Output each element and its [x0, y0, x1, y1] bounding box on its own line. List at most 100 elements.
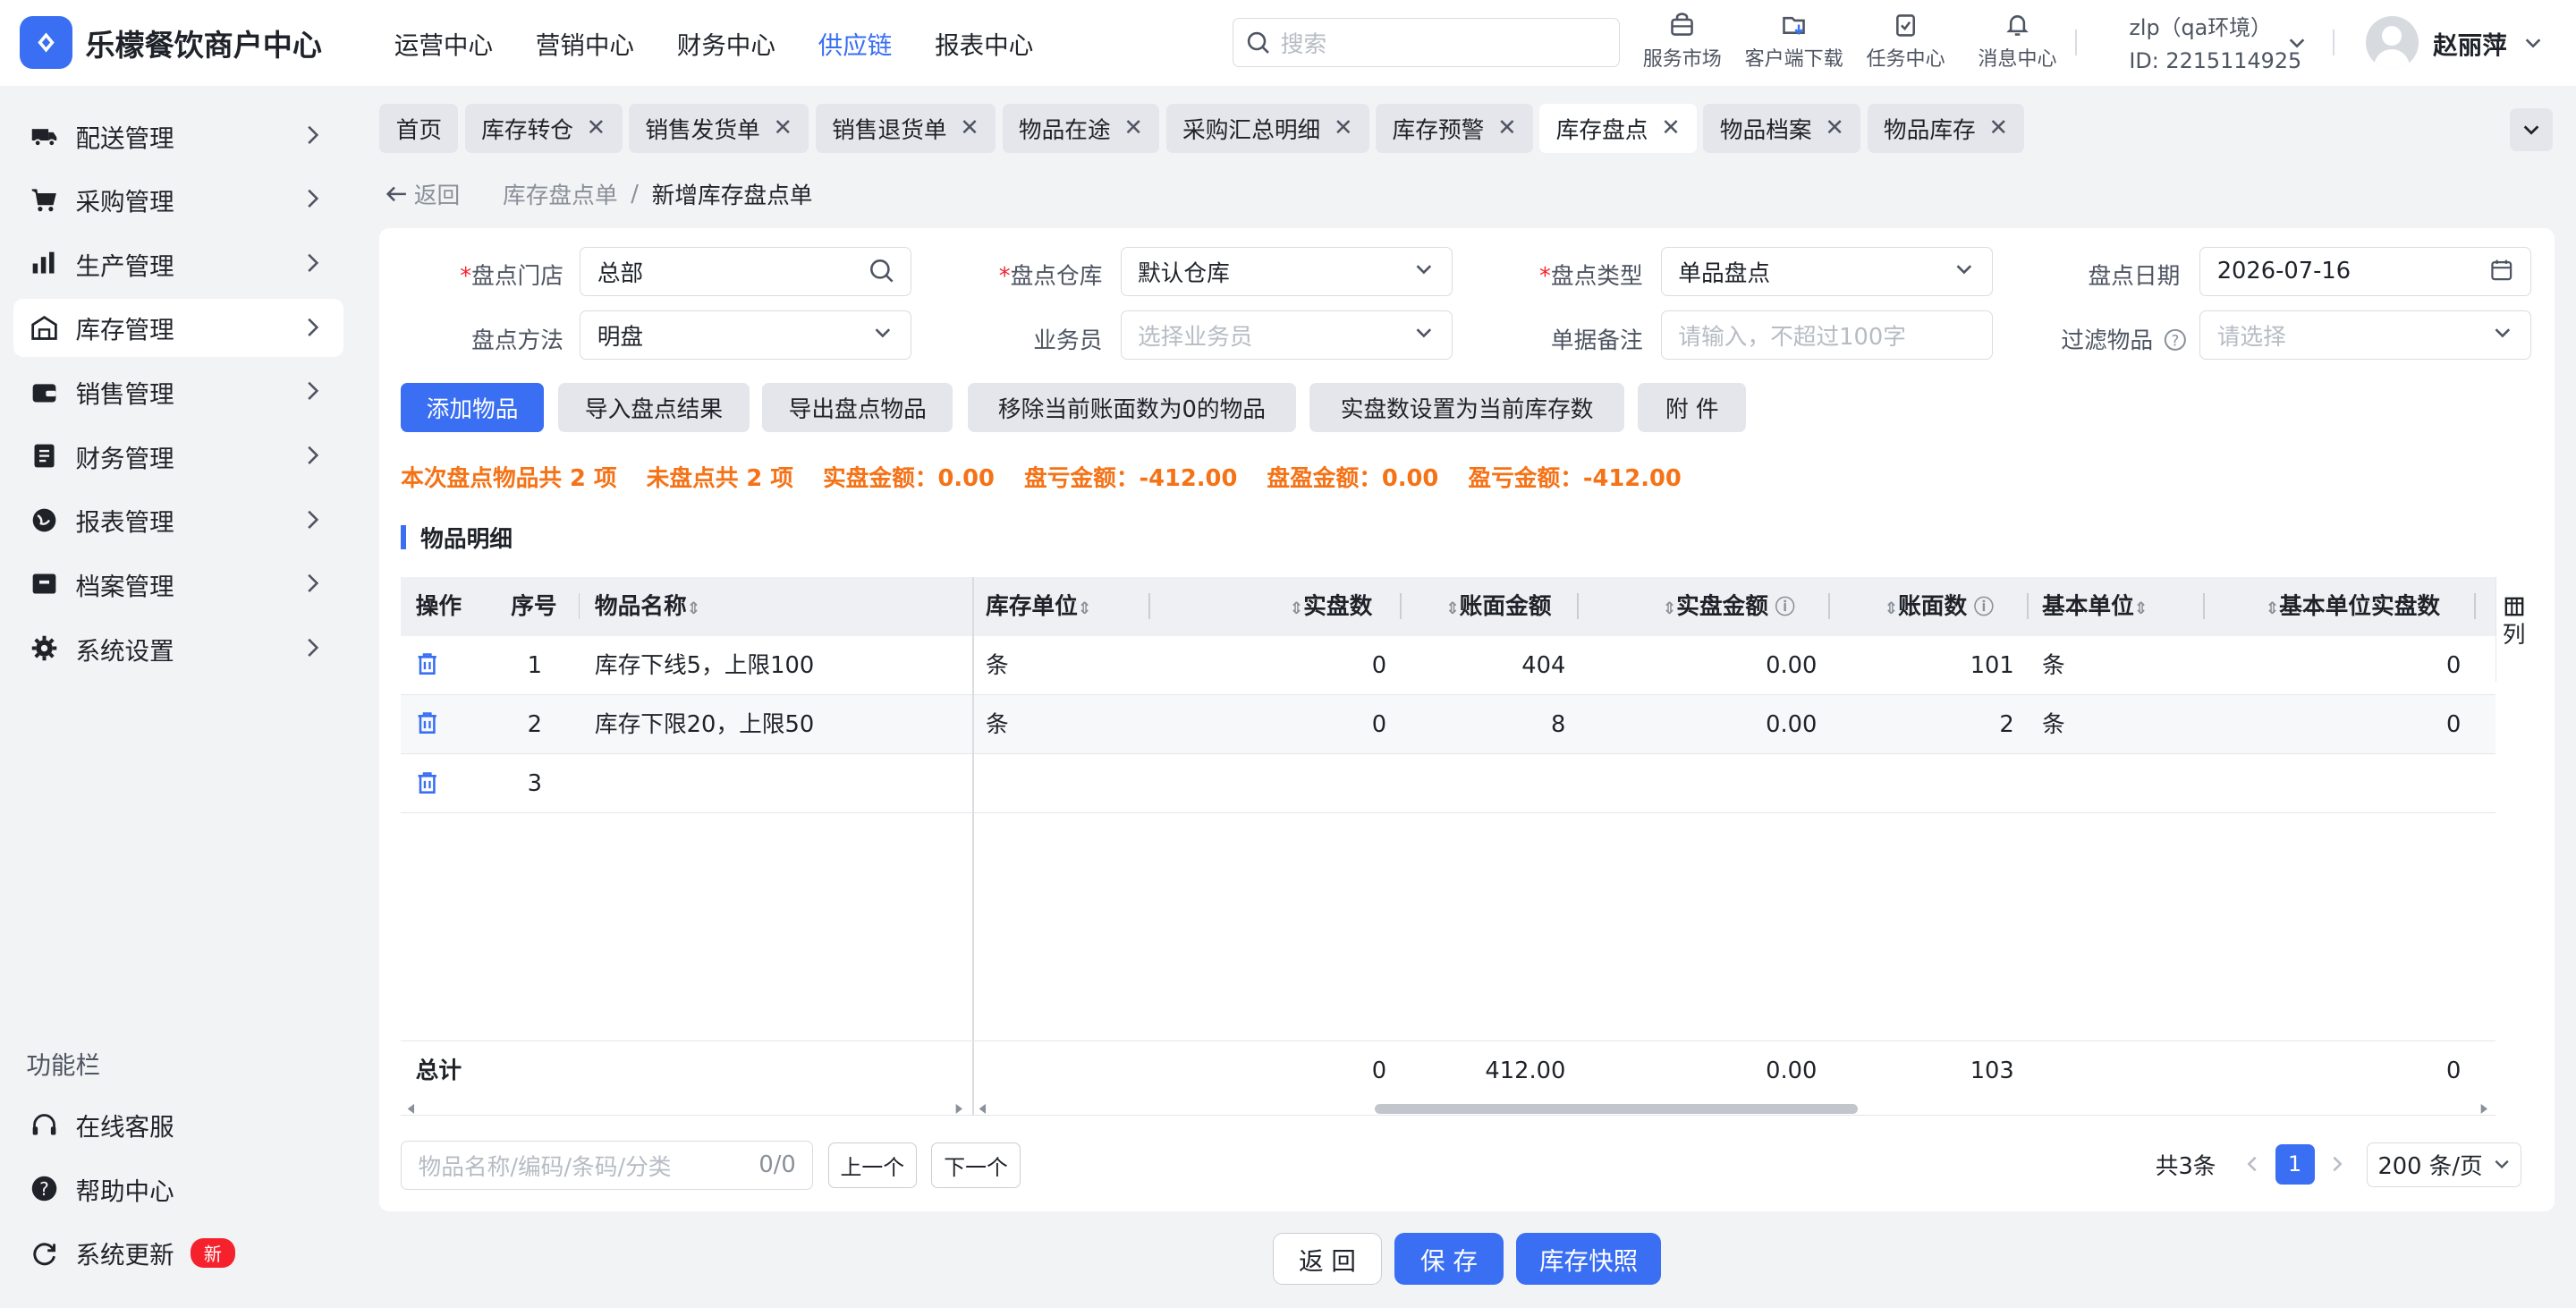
logo[interactable]: 乐檬餐饮商户中心 [0, 16, 358, 70]
help-icon[interactable]: ? [2164, 328, 2187, 352]
add-item-button[interactable]: 添加物品 [401, 382, 544, 433]
date-picker[interactable]: 2026-07-16 [2199, 246, 2532, 296]
prev-match-button[interactable]: 上一个 [827, 1142, 917, 1189]
close-icon[interactable]: ✕ [1497, 115, 1517, 141]
col-book-qty[interactable]: ⇕账面数 ⓘ [1885, 577, 1994, 636]
cell-name[interactable]: 库存下线5，上限100 [595, 636, 814, 695]
tab-item-stock[interactable]: 物品库存 ✕ [1867, 103, 2025, 153]
trash-icon[interactable] [414, 769, 440, 795]
sidebar-item-system-update[interactable]: 系统更新 新 [13, 1224, 343, 1281]
tool-service-market[interactable]: 服务市场 [1626, 10, 1738, 72]
sidebar-item-sales[interactable]: 销售管理 [13, 363, 343, 420]
sidebar-item-online-service[interactable]: 在线客服 [13, 1096, 343, 1153]
tab-item-archive[interactable]: 物品档案 ✕ [1703, 103, 1861, 153]
filter-select[interactable]: 请选择 [2199, 310, 2532, 361]
warehouse-select[interactable]: 默认仓库 [1120, 246, 1453, 296]
next-match-button[interactable]: 下一个 [931, 1142, 1021, 1189]
type-select[interactable]: 单品盘点 [1660, 246, 1993, 296]
salesman-select[interactable]: 选择业务员 [1120, 310, 1453, 361]
topnav-item-ops[interactable]: 运营中心 [394, 25, 493, 61]
remark-input[interactable]: 请输入，不超过100字 [1660, 310, 1993, 361]
stock-snapshot-button[interactable]: 库存快照 [1516, 1232, 1661, 1286]
chevron-right-icon[interactable] [2327, 1154, 2347, 1174]
set-real-to-stock-button[interactable]: 实盘数设置为当前库存数 [1309, 382, 1625, 433]
tool-message-center[interactable]: 消息中心 [1962, 10, 2073, 72]
cell-unit[interactable]: 条 [986, 636, 1009, 695]
scroll-right-icon[interactable] [2478, 1102, 2491, 1116]
close-icon[interactable]: ✕ [773, 115, 792, 141]
chevron-left-icon[interactable] [2242, 1154, 2262, 1174]
sidebar-item-archive[interactable]: 档案管理 [13, 556, 343, 613]
sidebar-item-purchase[interactable]: 采购管理 [13, 171, 343, 228]
close-icon[interactable]: ✕ [1988, 115, 2008, 141]
tab-goods-in-transit[interactable]: 物品在途 ✕ [1002, 103, 1160, 153]
col-divider [2474, 593, 2476, 620]
arrow-left-icon[interactable] [385, 183, 408, 206]
scroll-thumb[interactable] [1375, 1104, 1859, 1115]
tool-client-download[interactable]: 客户端下载 [1738, 10, 1850, 72]
tab-sales-return[interactable]: 销售退货单 ✕ [815, 103, 996, 153]
scroll-left-icon[interactable] [976, 1102, 989, 1116]
sidebar-item-delivery[interactable]: 配送管理 [13, 106, 343, 164]
close-icon[interactable]: ✕ [1825, 115, 1844, 141]
scroll-left-icon[interactable] [404, 1102, 418, 1116]
save-button[interactable]: 保 存 [1394, 1232, 1504, 1286]
col-name[interactable]: 物品名称⇕ [595, 577, 700, 636]
store-field[interactable]: 总部 [580, 246, 912, 296]
cell-name[interactable]: 库存下限20，上限50 [595, 695, 814, 754]
method-select[interactable]: 明盘 [580, 310, 912, 361]
back-link[interactable]: 返回 [414, 177, 460, 210]
close-icon[interactable]: ✕ [1661, 115, 1681, 141]
tabs-more-button[interactable] [2510, 108, 2554, 151]
topnav-item-marketing[interactable]: 营销中心 [536, 25, 634, 61]
breadcrumb-parent[interactable]: 库存盘点单 [503, 177, 618, 210]
tab-stock-transfer[interactable]: 库存转仓 ✕ [464, 103, 623, 153]
trash-icon[interactable] [414, 709, 440, 735]
tool-task-center[interactable]: 任务中心 [1850, 10, 1962, 72]
close-icon[interactable]: ✕ [960, 115, 979, 141]
chevron-down-icon[interactable] [2287, 33, 2307, 53]
sidebar-item-settings[interactable]: 系统设置 [13, 619, 343, 676]
tab-home[interactable]: 首页 [379, 103, 459, 153]
tab-purchase-summary[interactable]: 采购汇总明细 ✕ [1165, 103, 1369, 153]
sidebar-item-help[interactable]: ? 帮助中心 [13, 1160, 343, 1218]
horizontal-scrollbar[interactable] [401, 1100, 2496, 1119]
tab-stock-alert[interactable]: 库存预警 ✕ [1376, 103, 1533, 153]
col-book-amount[interactable]: ⇕账面金额 [1445, 577, 1551, 636]
sidebar-item-inventory[interactable]: 库存管理 [13, 299, 343, 357]
col-base-real[interactable]: ⇕基本单位实盘数 [2266, 577, 2440, 636]
close-icon[interactable]: ✕ [1334, 115, 1353, 141]
col-real[interactable]: ⇕实盘数 [1290, 577, 1373, 636]
cell-real[interactable]: 0 [1255, 695, 1386, 754]
search-input[interactable]: 搜索 [1232, 18, 1620, 68]
scroll-right-icon[interactable] [953, 1102, 966, 1116]
close-icon[interactable]: ✕ [587, 115, 606, 141]
column-settings-button[interactable]: 列 [2495, 576, 2532, 683]
col-real-amount[interactable]: ⇕实盘金额 ⓘ [1663, 577, 1795, 636]
cell-real[interactable]: 0 [1255, 636, 1386, 695]
import-result-button[interactable]: 导入盘点结果 [558, 382, 750, 433]
col-unit[interactable]: 库存单位⇕ [986, 577, 1091, 636]
col-base-unit[interactable]: 基本单位⇕ [2042, 577, 2148, 636]
tab-sales-delivery[interactable]: 销售发货单 ✕ [628, 103, 809, 153]
page-size-select[interactable]: 200 条/页 [2367, 1142, 2521, 1187]
remove-zero-button[interactable]: 移除当前账面数为0的物品 [967, 382, 1297, 433]
topnav-item-finance[interactable]: 财务中心 [677, 25, 775, 61]
attachment-button[interactable]: 附 件 [1638, 382, 1747, 433]
env-id: ID: 2215114925 [2129, 47, 2302, 73]
tab-stocktake[interactable]: 库存盘点 ✕ [1539, 103, 1698, 153]
env-selector[interactable]: zlp（qa环境） ID: 2215114925 [2129, 12, 2301, 77]
sidebar-item-production[interactable]: 生产管理 [13, 235, 343, 293]
page-number[interactable]: 1 [2275, 1144, 2315, 1185]
cell-unit[interactable]: 条 [986, 695, 1009, 754]
back-button[interactable]: 返 回 [1273, 1232, 1382, 1286]
topnav-item-reports[interactable]: 报表中心 [935, 25, 1033, 61]
export-items-button[interactable]: 导出盘点物品 [762, 382, 953, 433]
topnav-item-supply-chain[interactable]: 供应链 [818, 25, 893, 61]
item-finder-input[interactable]: 物品名称/编码/条码/分类 0/0 [401, 1140, 814, 1190]
sidebar-item-finance[interactable]: 财务管理 [13, 428, 343, 485]
trash-icon[interactable] [414, 650, 440, 676]
sidebar-item-reports[interactable]: 报表管理 [13, 491, 343, 548]
close-icon[interactable]: ✕ [1123, 115, 1143, 141]
user-menu[interactable]: 赵丽萍 [2365, 16, 2543, 70]
